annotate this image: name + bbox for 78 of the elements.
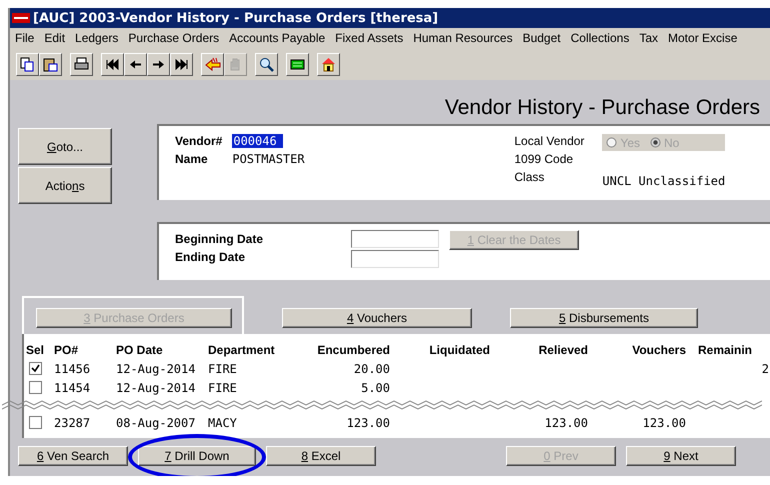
menu-item[interactable]: Motor Excise: [663, 31, 742, 45]
tab-button[interactable]: 5 Disbursements: [510, 308, 698, 328]
table-cell-text: 11454: [54, 380, 92, 394]
input-field[interactable]: [351, 250, 440, 268]
menu-item[interactable]: Collections: [566, 31, 634, 45]
toolbar-button[interactable]: [286, 52, 309, 76]
field-label: Beginning Date: [175, 232, 264, 246]
table-cell-text: 11456: [54, 362, 92, 376]
toolbar-button[interactable]: [255, 52, 278, 76]
toolbar-button[interactable]: [170, 52, 193, 76]
menu-item[interactable]: Edit: [39, 31, 70, 45]
printer-icon: [73, 56, 90, 72]
column-header: Vouchers: [631, 342, 686, 356]
back-arrow-icon: [204, 56, 221, 72]
side-button[interactable]: Actions: [18, 167, 112, 204]
field-label: Name: [175, 152, 209, 166]
menu-item[interactable]: Purchase Orders: [123, 31, 224, 45]
menu-item[interactable]: Human Resources: [408, 31, 518, 45]
tab-button[interactable]: 4 Vouchers: [282, 308, 472, 328]
table-cell-text: 5.00: [360, 380, 390, 394]
copy-icon: [19, 56, 36, 72]
column-header: Remainin: [697, 342, 754, 356]
toolbar-button[interactable]: [124, 52, 147, 76]
menu-item[interactable]: Tax: [634, 31, 664, 45]
table-cell-text: 2: [760, 362, 769, 376]
column-header: Sel: [26, 342, 46, 356]
toolbar-button[interactable]: [317, 52, 340, 76]
column-header: PO#: [54, 342, 80, 356]
input-field[interactable]: [351, 230, 440, 248]
table-cell-text: 12-Aug-2014: [116, 380, 196, 394]
field-label: Local Vendor: [514, 134, 584, 148]
column-header: Department: [208, 342, 276, 356]
column-header: Liquidated: [428, 342, 490, 356]
menu-item[interactable]: File: [10, 31, 40, 45]
table-cell-text: MACY: [208, 416, 238, 430]
table-cell-text: FIRE: [208, 362, 238, 376]
table-cell-text: 12-Aug-2014: [116, 362, 196, 376]
field-label: Vendor#: [175, 134, 222, 148]
app-flag-icon: [12, 13, 30, 23]
toolbar-button[interactable]: [201, 52, 224, 76]
toolbar-button[interactable]: [147, 52, 170, 76]
action-button[interactable]: 9 Next: [626, 446, 736, 466]
table-cell-text: 123.00: [642, 416, 686, 430]
field-label: Ending Date: [175, 250, 246, 264]
table-cell-text: 123.00: [544, 416, 588, 430]
checkbox[interactable]: [29, 416, 42, 429]
menu-item[interactable]: Fixed Assets: [330, 31, 408, 45]
table-cell-text: 23287: [54, 416, 92, 430]
column-header: PO Date: [116, 342, 164, 356]
checkbox[interactable]: [29, 381, 42, 394]
field-label: 1099 Code: [514, 152, 574, 166]
table-cell-text: FIRE: [208, 380, 238, 394]
menu-item[interactable]: Ledgers: [70, 31, 124, 45]
action-button[interactable]: 7 Drill Down: [138, 446, 256, 466]
field-label: Class: [514, 170, 546, 184]
side-button[interactable]: Goto...: [18, 128, 112, 165]
vendor-number-field[interactable]: 000046: [232, 134, 283, 148]
toolbar-button[interactable]: [39, 52, 62, 76]
action-button[interactable]: 6 Ven Search: [18, 446, 128, 466]
action-button[interactable]: 8 Excel: [266, 446, 376, 466]
vendor-name: POSTMASTER: [232, 152, 306, 166]
toolbar-button[interactable]: [16, 52, 39, 76]
checkbox[interactable]: [29, 362, 42, 375]
table-cell-text: 20.00: [352, 362, 390, 376]
column-header: Encumbered: [316, 342, 390, 356]
window-title: [AUC] 2003-Vendor History - Purchase Orders [theresa]: [10, 8, 770, 28]
table-cell-text: 123.00: [346, 416, 390, 430]
toolbar-button[interactable]: [70, 52, 93, 76]
menu-item[interactable]: Accounts Payable: [224, 31, 330, 45]
column-header: Relieved: [538, 342, 588, 356]
toolbar-button[interactable]: [101, 52, 124, 76]
page-heading: Vendor History - Purchase Orders: [444, 96, 760, 120]
search-icon: [258, 56, 275, 72]
menu-item[interactable]: Budget: [518, 31, 566, 45]
paste-icon: [42, 56, 59, 72]
class-value: UNCL Unclassified: [602, 174, 726, 188]
home-icon: [320, 56, 337, 72]
table-cell-text: 08-Aug-2007: [116, 416, 196, 430]
